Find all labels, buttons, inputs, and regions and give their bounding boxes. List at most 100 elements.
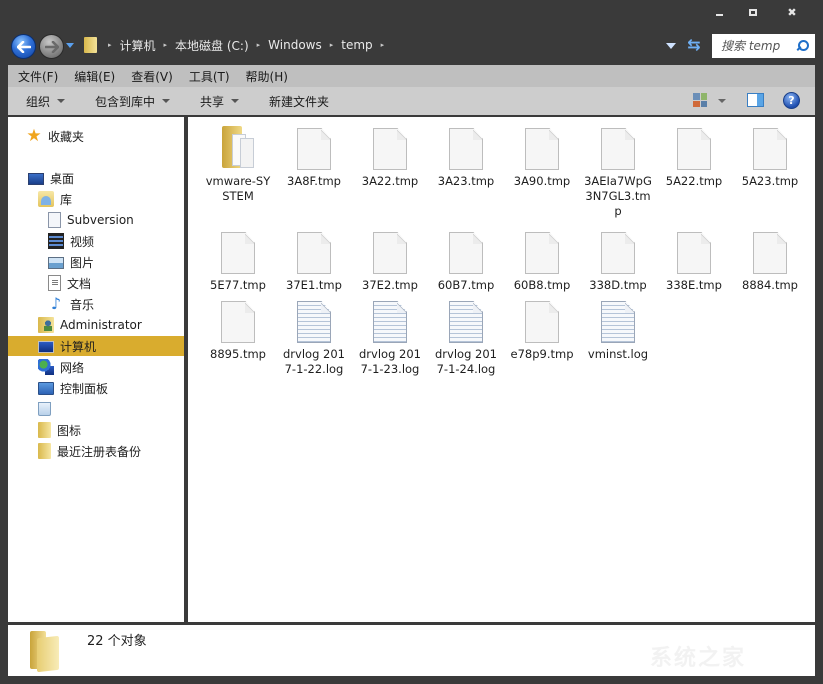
search-icon[interactable] bbox=[797, 40, 809, 52]
video-icon bbox=[48, 233, 64, 249]
breadcrumb-temp[interactable]: temp bbox=[341, 38, 372, 52]
network-icon bbox=[38, 359, 54, 375]
file-icon bbox=[449, 128, 483, 170]
nav-control-panel[interactable]: 控制面板 bbox=[38, 378, 108, 398]
breadcrumb-computer[interactable]: 计算机 bbox=[120, 37, 156, 54]
file-item[interactable]: 5E77.tmp bbox=[200, 232, 276, 293]
file-item[interactable]: 3A8F.tmp bbox=[276, 128, 352, 189]
refresh-button[interactable]: ⇆ bbox=[684, 35, 704, 55]
file-name: 5A23.tmp bbox=[741, 174, 799, 188]
file-item[interactable]: 60B7.tmp bbox=[428, 232, 504, 293]
text-file-icon bbox=[449, 301, 483, 343]
preview-pane-icon[interactable] bbox=[747, 93, 764, 107]
file-name: drvlog 2017-1-24.log bbox=[435, 347, 497, 376]
file-item[interactable]: 5A22.tmp bbox=[656, 128, 732, 189]
file-item[interactable]: drvlog 2017-1-23.log bbox=[352, 301, 428, 377]
file-item[interactable]: 3A22.tmp bbox=[352, 128, 428, 189]
view-options-dropdown[interactable] bbox=[718, 99, 726, 103]
breadcrumb-separator-icon[interactable]: ▸ bbox=[330, 41, 334, 49]
file-item[interactable]: vminst.log bbox=[580, 301, 656, 362]
file-item[interactable]: 3A23.tmp bbox=[428, 128, 504, 189]
file-icon bbox=[677, 128, 711, 170]
nav-label: 库 bbox=[60, 192, 73, 207]
file-name: 3A90.tmp bbox=[513, 174, 571, 188]
organize-label: 组织 bbox=[26, 94, 51, 109]
file-icon bbox=[297, 128, 331, 170]
file-name: 5A22.tmp bbox=[665, 174, 723, 188]
share-button[interactable]: 共享 bbox=[200, 93, 240, 110]
file-name: 60B7.tmp bbox=[437, 278, 495, 292]
file-name: 3AEIa7WpG3N7GL3.tmp bbox=[584, 174, 652, 218]
file-item[interactable]: 338E.tmp bbox=[656, 232, 732, 293]
breadcrumb-separator-icon[interactable]: ▸ bbox=[164, 41, 168, 49]
file-item[interactable]: 338D.tmp bbox=[580, 232, 656, 293]
menu-edit[interactable]: 编辑(E) bbox=[74, 68, 115, 85]
file-item[interactable]: 3AEIa7WpG3N7GL3.tmp bbox=[580, 128, 656, 219]
menu-file[interactable]: 文件(F) bbox=[18, 68, 58, 85]
organize-button[interactable]: 组织 bbox=[26, 93, 66, 110]
file-item[interactable]: 37E2.tmp bbox=[352, 232, 428, 293]
nav-recycle-bin[interactable] bbox=[38, 399, 57, 419]
recent-pages-dropdown[interactable] bbox=[66, 43, 74, 48]
breadcrumb-windows[interactable]: Windows bbox=[268, 38, 322, 52]
search-input[interactable] bbox=[721, 39, 793, 53]
file-item[interactable]: drvlog 2017-1-24.log bbox=[428, 301, 504, 377]
view-tile bbox=[693, 100, 700, 107]
include-in-library-button[interactable]: 包含到库中 bbox=[95, 93, 171, 110]
help-icon[interactable]: ? bbox=[783, 92, 800, 109]
arrow-left-icon bbox=[16, 40, 31, 53]
view-tile bbox=[700, 93, 707, 100]
minimize-button[interactable] bbox=[707, 4, 731, 20]
menu-tools[interactable]: 工具(T) bbox=[189, 68, 230, 85]
nav-libraries[interactable]: 库 bbox=[38, 189, 72, 209]
desktop-icon bbox=[28, 173, 44, 185]
breadcrumb-local-disk[interactable]: 本地磁盘 (C:) bbox=[175, 37, 249, 54]
folder-icon bbox=[38, 443, 51, 459]
nav-computer[interactable]: 计算机 bbox=[8, 336, 184, 356]
close-button[interactable]: ✖ bbox=[780, 4, 804, 20]
file-item[interactable]: 5A23.tmp bbox=[732, 128, 808, 189]
navigation-pane: ★ 收藏夹 桌面 库 Subversion 视频 图片 文档 ♪ 音乐 Admini… bbox=[8, 117, 184, 622]
file-icon bbox=[677, 232, 711, 274]
file-item[interactable]: drvlog 2017-1-22.log bbox=[276, 301, 352, 377]
control-panel-icon bbox=[38, 381, 54, 395]
menu-view[interactable]: 查看(V) bbox=[131, 68, 173, 85]
menu-help[interactable]: 帮助(H) bbox=[246, 68, 288, 85]
back-button[interactable] bbox=[11, 34, 36, 59]
file-name: 60B8.tmp bbox=[513, 278, 571, 292]
new-folder-button[interactable]: 新建文件夹 bbox=[269, 93, 329, 110]
nav-administrator[interactable]: Administrator bbox=[38, 315, 142, 335]
file-item[interactable]: 60B8.tmp bbox=[504, 232, 580, 293]
file-item[interactable]: 8884.tmp bbox=[732, 232, 808, 293]
file-icon bbox=[753, 232, 787, 274]
share-label: 共享 bbox=[200, 94, 225, 109]
forward-button[interactable] bbox=[39, 34, 64, 59]
file-item[interactable]: 37E1.tmp bbox=[276, 232, 352, 293]
nav-videos[interactable]: 视频 bbox=[48, 231, 94, 251]
change-view-icon[interactable] bbox=[693, 93, 707, 107]
nav-pictures[interactable]: 图片 bbox=[48, 252, 94, 272]
nav-documents[interactable]: 文档 bbox=[48, 273, 91, 293]
nav-subversion[interactable]: Subversion bbox=[48, 210, 134, 230]
file-name: 5E77.tmp bbox=[210, 278, 266, 292]
breadcrumb-separator-icon[interactable]: ▸ bbox=[381, 41, 385, 49]
breadcrumb-separator-icon[interactable]: ▸ bbox=[108, 41, 112, 49]
address-history-dropdown[interactable] bbox=[666, 43, 676, 49]
file-item[interactable]: vmware-SYSTEM bbox=[200, 124, 276, 204]
nav-network[interactable]: 网络 bbox=[38, 357, 84, 377]
nav-music[interactable]: ♪ 音乐 bbox=[48, 294, 94, 314]
file-item[interactable]: 3A90.tmp bbox=[504, 128, 580, 189]
watermark-logo: 系统之家 bbox=[650, 646, 747, 671]
search-box bbox=[712, 34, 815, 58]
maximize-button[interactable] bbox=[741, 4, 765, 20]
nav-favorites[interactable]: ★ 收藏夹 bbox=[26, 126, 84, 146]
file-item[interactable]: e78p9.tmp bbox=[504, 301, 580, 362]
nav-desktop[interactable]: 桌面 bbox=[28, 168, 74, 188]
file-icon bbox=[221, 232, 255, 274]
file-item[interactable]: 8895.tmp bbox=[200, 301, 276, 362]
nav-icons-folder[interactable]: 图标 bbox=[38, 420, 81, 440]
file-name: vmware-SYSTEM bbox=[205, 174, 271, 203]
file-name: 338E.tmp bbox=[666, 278, 722, 292]
breadcrumb-separator-icon[interactable]: ▸ bbox=[257, 41, 261, 49]
nav-recent-registry-backup[interactable]: 最近注册表备份 bbox=[38, 441, 141, 461]
